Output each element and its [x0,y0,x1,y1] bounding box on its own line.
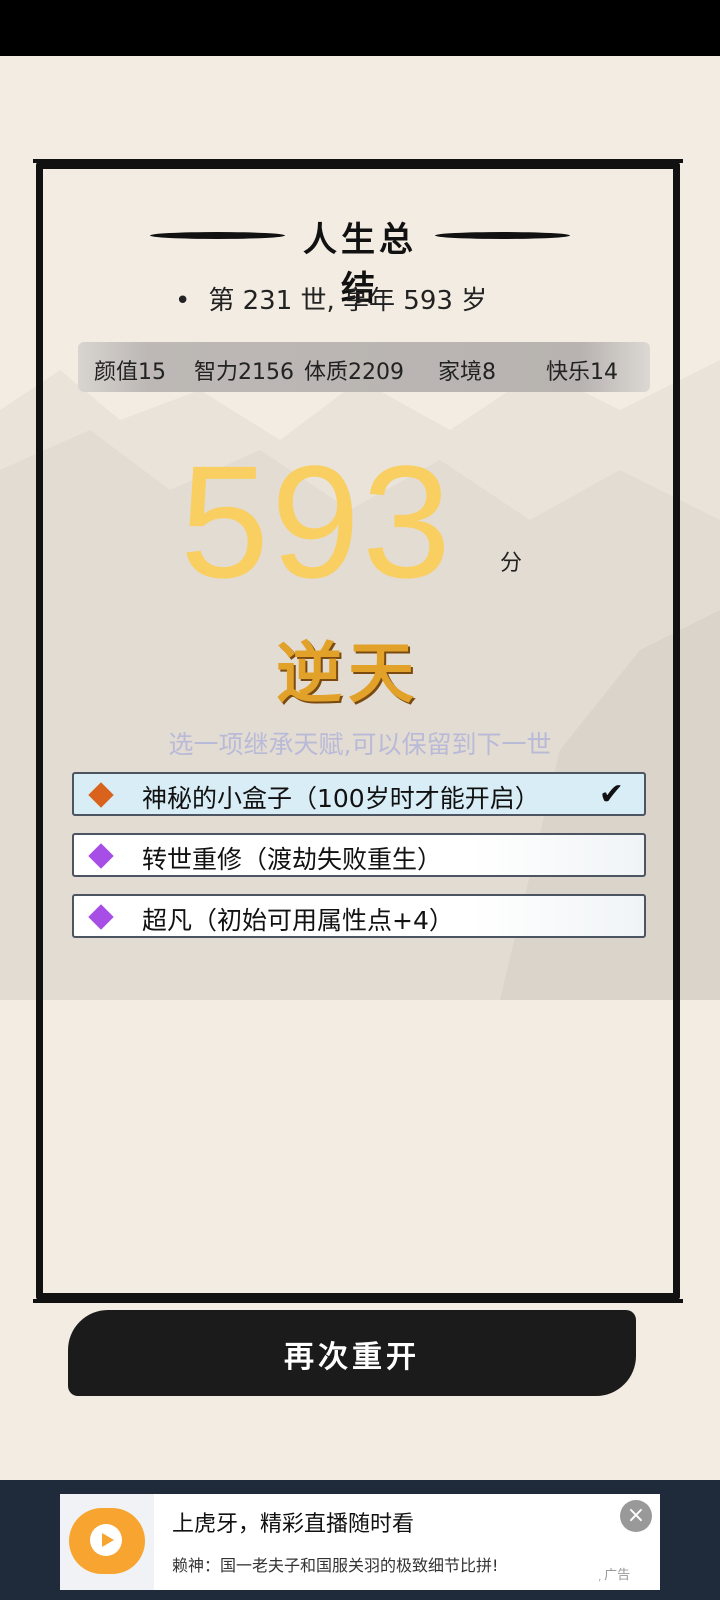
grade-label: 逆天 [276,634,420,712]
life-summary-line: • 第 231 世, 享年 593 岁 [175,280,487,317]
status-bar [0,0,720,56]
talent-option-2[interactable]: 转世重修（渡劫失败重生） [72,833,646,877]
final-score: 593 [180,432,453,611]
life-summary-text: 第 231 世, 享年 593 岁 [208,286,488,316]
score-unit: 分 [500,551,523,576]
attr-appearance: 颜值15 [94,360,166,385]
title-brush-right [435,232,570,239]
attr-intelligence: 智力2156 [194,360,294,385]
ad-banner-area: 上虎牙，精彩直播随时看 赖神：国一老夫子和国服关羽的极致细节比拼! × ᷊ 广告 [0,1480,720,1600]
ad-description: 赖神：国一老夫子和国服关羽的极致细节比拼! [172,1556,499,1575]
diamond-icon [88,782,114,808]
huya-logo-icon [60,1494,154,1590]
ad-tag-label: 广告 [604,1568,631,1583]
ad-title: 上虎牙，精彩直播随时看 [172,1512,415,1537]
talent-label: 转世重修（渡劫失败重生） [142,845,443,874]
ad-card[interactable]: 上虎牙，精彩直播随时看 赖神：国一老夫子和国服关羽的极致细节比拼! × ᷊ 广告 [60,1494,660,1590]
talent-label: 超凡（初始可用属性点+4） [142,906,454,935]
ad-tag: ᷊ 广告 [600,1564,630,1583]
title-brush-left [150,232,285,239]
talent-option-1[interactable]: 神秘的小盒子（100岁时才能开启） ✔ [72,772,646,816]
restart-button[interactable]: 再次重开 [68,1310,636,1396]
talent-label: 神秘的小盒子（100岁时才能开启） [142,784,540,813]
attr-happiness: 快乐14 [546,360,618,385]
talent-option-3[interactable]: 超凡（初始可用属性点+4） [72,894,646,938]
attr-family: 家境8 [438,360,496,385]
close-icon[interactable]: × [620,1500,652,1532]
check-icon: ✔ [598,777,624,812]
attributes-strip: 颜值15 智力2156 体质2209 家境8 快乐14 [78,342,650,392]
attr-constitution: 体质2209 [304,360,404,385]
summary-title-row: 人生总结 [150,204,570,309]
diamond-icon [88,904,114,930]
bullet-icon: • [175,286,191,316]
inherit-hint: 选一项继承天赋,可以保留到下一世 [168,730,552,759]
play-icon [90,1524,122,1556]
diamond-icon [88,843,114,869]
restart-button-label: 再次重开 [284,1340,420,1375]
